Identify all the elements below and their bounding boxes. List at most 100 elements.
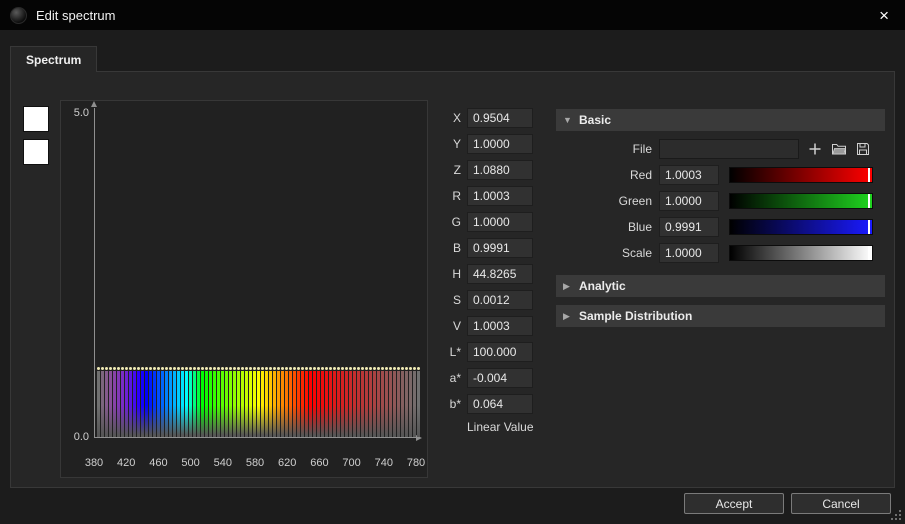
value-input-as[interactable]: [467, 368, 533, 388]
control-point-dot[interactable]: [345, 367, 348, 370]
spectrum-sample[interactable]: [217, 367, 220, 437]
control-point-dot[interactable]: [325, 367, 328, 370]
spectrum-sample[interactable]: [177, 367, 180, 437]
control-point-dot[interactable]: [401, 367, 404, 370]
spectrum-sample[interactable]: [101, 367, 104, 437]
spectrum-sample[interactable]: [337, 367, 340, 437]
control-point-dot[interactable]: [253, 367, 256, 370]
control-point-dot[interactable]: [301, 367, 304, 370]
spectrum-sample[interactable]: [253, 367, 256, 437]
spectrum-sample[interactable]: [293, 367, 296, 437]
red-slider-handle[interactable]: [868, 168, 870, 182]
control-point-dot[interactable]: [413, 367, 416, 370]
control-point-dot[interactable]: [113, 367, 116, 370]
spectrum-sample[interactable]: [321, 367, 324, 437]
spectrum-sample[interactable]: [409, 367, 412, 437]
spectrum-sample[interactable]: [117, 367, 120, 437]
value-input-y[interactable]: [467, 134, 533, 154]
spectrum-sample[interactable]: [97, 367, 100, 437]
control-point-dot[interactable]: [261, 367, 264, 370]
spectrum-sample[interactable]: [309, 367, 312, 437]
red-value-input[interactable]: [659, 165, 719, 185]
value-input-z[interactable]: [467, 160, 533, 180]
control-point-dot[interactable]: [373, 367, 376, 370]
control-point-dot[interactable]: [377, 367, 380, 370]
value-input-ls[interactable]: [467, 342, 533, 362]
cancel-button[interactable]: Cancel: [791, 493, 891, 514]
blue-slider[interactable]: [729, 219, 873, 235]
control-point-dot[interactable]: [145, 367, 148, 370]
spectrum-sample[interactable]: [237, 367, 240, 437]
control-point-dot[interactable]: [329, 367, 332, 370]
close-icon[interactable]: ×: [873, 7, 895, 24]
value-input-h[interactable]: [467, 264, 533, 284]
control-point-dot[interactable]: [357, 367, 360, 370]
control-point-dot[interactable]: [273, 367, 276, 370]
spectrum-sample[interactable]: [325, 367, 328, 437]
tab-spectrum[interactable]: Spectrum: [10, 46, 98, 72]
spectrum-sample[interactable]: [277, 367, 280, 437]
control-point-dot[interactable]: [337, 367, 340, 370]
spectrum-sample[interactable]: [401, 367, 404, 437]
control-point-dot[interactable]: [313, 367, 316, 370]
control-point-dot[interactable]: [101, 367, 104, 370]
control-point-dot[interactable]: [181, 367, 184, 370]
spectrum-sample[interactable]: [245, 367, 248, 437]
spectrum-sample[interactable]: [193, 367, 196, 437]
spectrum-sample[interactable]: [149, 367, 152, 437]
control-point-dot[interactable]: [201, 367, 204, 370]
spectrum-sample[interactable]: [269, 367, 272, 437]
spectrum-sample[interactable]: [369, 367, 372, 437]
spectrum-sample[interactable]: [205, 367, 208, 437]
spectrum-sample[interactable]: [341, 367, 344, 437]
spectrum-sample[interactable]: [301, 367, 304, 437]
control-point-dot[interactable]: [109, 367, 112, 370]
control-point-dot[interactable]: [353, 367, 356, 370]
control-point-dot[interactable]: [405, 367, 408, 370]
control-point-dot[interactable]: [153, 367, 156, 370]
control-point-dot[interactable]: [321, 367, 324, 370]
spectrum-sample[interactable]: [349, 367, 352, 437]
spectrum-sample[interactable]: [229, 367, 232, 437]
control-point-dot[interactable]: [297, 367, 300, 370]
spectrum-sample[interactable]: [345, 367, 348, 437]
spectrum-sample[interactable]: [405, 367, 408, 437]
control-point-dot[interactable]: [173, 367, 176, 370]
control-point-dot[interactable]: [277, 367, 280, 370]
control-point-dot[interactable]: [205, 367, 208, 370]
spectrum-sample[interactable]: [185, 367, 188, 437]
spectrum-sample[interactable]: [125, 367, 128, 437]
control-point-dot[interactable]: [133, 367, 136, 370]
control-point-dot[interactable]: [409, 367, 412, 370]
spectrum-sample[interactable]: [417, 367, 420, 437]
spectrum-sample[interactable]: [105, 367, 108, 437]
spectrum-sample[interactable]: [113, 367, 116, 437]
value-input-s[interactable]: [467, 290, 533, 310]
spectrum-sample[interactable]: [137, 367, 140, 437]
spectrum-sample[interactable]: [145, 367, 148, 437]
control-point-dot[interactable]: [137, 367, 140, 370]
spectrum-sample[interactable]: [413, 367, 416, 437]
spectrum-sample[interactable]: [333, 367, 336, 437]
spectrum-sample[interactable]: [157, 367, 160, 437]
spectrum-sample[interactable]: [357, 367, 360, 437]
control-point-dot[interactable]: [193, 367, 196, 370]
control-point-dot[interactable]: [269, 367, 272, 370]
control-point-dot[interactable]: [417, 367, 420, 370]
control-point-dot[interactable]: [149, 367, 152, 370]
control-point-dot[interactable]: [309, 367, 312, 370]
control-point-dot[interactable]: [177, 367, 180, 370]
control-point-dot[interactable]: [397, 367, 400, 370]
control-point-dot[interactable]: [197, 367, 200, 370]
spectrum-sample[interactable]: [317, 367, 320, 437]
control-point-dot[interactable]: [381, 367, 384, 370]
control-point-dot[interactable]: [249, 367, 252, 370]
control-point-dot[interactable]: [141, 367, 144, 370]
control-point-dot[interactable]: [341, 367, 344, 370]
spectrum-sample[interactable]: [201, 367, 204, 437]
control-point-dot[interactable]: [257, 367, 260, 370]
control-point-dot[interactable]: [209, 367, 212, 370]
control-point-dot[interactable]: [185, 367, 188, 370]
spectrum-sample[interactable]: [285, 367, 288, 437]
value-input-bs[interactable]: [467, 394, 533, 414]
